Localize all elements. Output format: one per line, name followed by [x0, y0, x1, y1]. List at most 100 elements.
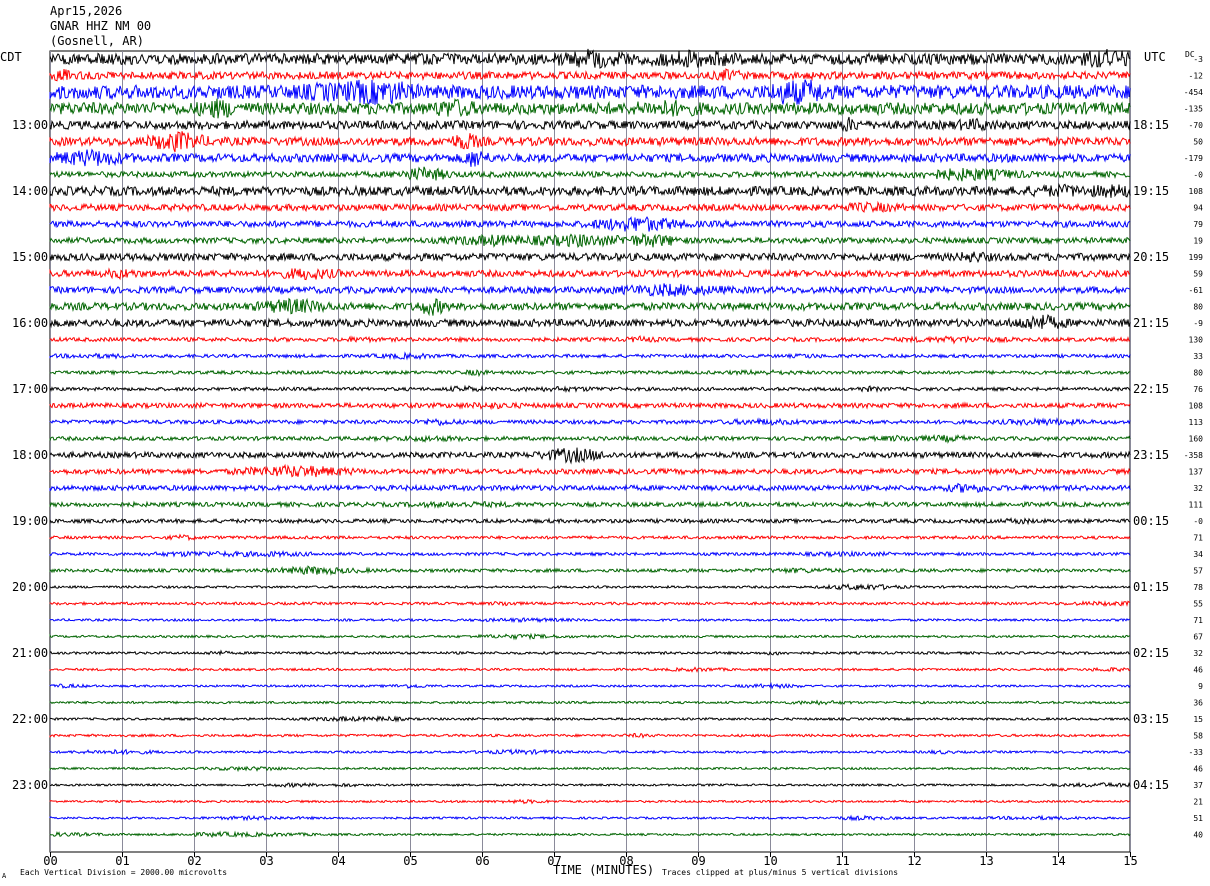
- trace-row: [49, 447, 1131, 465]
- dc-offset-label: 94: [1193, 204, 1203, 213]
- dc-offset-label: 46: [1193, 666, 1203, 675]
- trace-row: [49, 384, 1131, 394]
- dc-offset-label: 71: [1193, 534, 1203, 543]
- dc-offset-label: 130: [1189, 336, 1204, 345]
- trace-row: [49, 632, 1131, 641]
- dc-offset-label: 79: [1193, 220, 1203, 229]
- trace-row: [49, 351, 1131, 361]
- trace-row: [49, 368, 1131, 378]
- trace-row: [49, 79, 1131, 105]
- utc-hour-label: 20:15: [1133, 250, 1169, 264]
- dc-offset-label: 67: [1193, 633, 1203, 642]
- trace-row: [49, 533, 1131, 542]
- x-tick-label: 11: [835, 854, 849, 868]
- trace-row: [49, 283, 1131, 297]
- trace-row: [49, 715, 1131, 723]
- dc-offset-label: 9: [1198, 682, 1203, 691]
- dc-offset-label: 32: [1193, 649, 1203, 658]
- trace-row: [49, 433, 1131, 444]
- dc-offset-label: 108: [1189, 402, 1204, 411]
- x-tick-label: 03: [259, 854, 273, 868]
- x-tick-label: 02: [187, 854, 201, 868]
- dc-offset-label: 199: [1189, 253, 1204, 262]
- dc-offset-label: 58: [1193, 732, 1203, 741]
- cdt-hour-label: 23:00: [12, 778, 48, 792]
- trace-row: [49, 335, 1131, 345]
- x-tick-label: 00: [43, 854, 57, 868]
- dc-offset-label: 32: [1193, 484, 1203, 493]
- trace-row: [49, 116, 1131, 132]
- trace-row: [49, 649, 1131, 657]
- dc-offset-label: -358: [1184, 451, 1203, 460]
- dc-offset-label: 111: [1189, 501, 1204, 510]
- trace-row: [49, 830, 1131, 839]
- dc-offset-label: 137: [1189, 468, 1204, 477]
- trace-row: [49, 732, 1131, 739]
- cdt-hour-label: 18:00: [12, 448, 48, 462]
- x-tick-label: 13: [979, 854, 993, 868]
- x-axis-title: TIME (MINUTES): [553, 863, 654, 877]
- dc-offset-label: -9: [1193, 319, 1203, 328]
- utc-hour-label: 00:15: [1133, 514, 1169, 528]
- cdt-hour-label: 14:00: [12, 184, 48, 198]
- trace-row: [49, 200, 1131, 214]
- trace-row: [49, 166, 1131, 182]
- trace-row: [49, 666, 1131, 673]
- dc-offset-label: 34: [1193, 550, 1203, 559]
- trace-row: [49, 583, 1131, 591]
- x-tick-label: 08: [619, 854, 633, 868]
- trace-row: [49, 600, 1131, 607]
- trace-row: [49, 297, 1131, 317]
- trace-row: [49, 216, 1131, 232]
- trace-row: [49, 314, 1131, 329]
- cdt-hour-label: 15:00: [12, 250, 48, 264]
- utc-hour-label: 21:15: [1133, 316, 1169, 330]
- corner-mark: A: [2, 872, 7, 880]
- dc-offset-label: -70: [1189, 121, 1204, 130]
- trace-row: [49, 516, 1131, 526]
- trace-row: [49, 482, 1131, 493]
- dc-offset-label: -12: [1189, 72, 1204, 81]
- x-tick-label: 10: [763, 854, 777, 868]
- x-tick-label: 14: [1051, 854, 1065, 868]
- dc-offset-label: 76: [1193, 385, 1203, 394]
- helicorder-plot: CDT UTC DC TIME (MINUTES) Each Vertical …: [0, 48, 1204, 880]
- dc-offset-label: 40: [1193, 831, 1203, 840]
- dc-offset-label: 46: [1193, 765, 1203, 774]
- dc-offset-label: 80: [1193, 303, 1203, 312]
- cdt-hour-label: 16:00: [12, 316, 48, 330]
- dc-offset-label: -454: [1184, 88, 1203, 97]
- right-timezone-label: UTC: [1144, 50, 1166, 64]
- dc-offset-label: 78: [1193, 583, 1203, 592]
- trace-row: [49, 48, 1131, 69]
- cdt-hour-label: 20:00: [12, 580, 48, 594]
- dc-offset-label: 80: [1193, 369, 1203, 378]
- trace-row: [49, 798, 1131, 805]
- x-tick-label: 01: [115, 854, 129, 868]
- dc-offset-label: 51: [1193, 814, 1203, 823]
- dc-offset-label: 36: [1193, 699, 1203, 708]
- cdt-hour-label: 17:00: [12, 382, 48, 396]
- x-tick-label: 04: [331, 854, 345, 868]
- cdt-hour-label: 22:00: [12, 712, 48, 726]
- trace-row: [49, 131, 1131, 153]
- dc-offset-label: 59: [1193, 270, 1203, 279]
- x-tick-label: 12: [907, 854, 921, 868]
- utc-hour-label: 23:15: [1133, 448, 1169, 462]
- seismic-traces: [49, 48, 1131, 839]
- dc-offset-label: 19: [1193, 237, 1203, 246]
- dc-offset-label: 15: [1193, 715, 1203, 724]
- utc-hour-label: 18:15: [1133, 118, 1169, 132]
- trace-row: [49, 232, 1131, 248]
- utc-hour-label: 03:15: [1133, 712, 1169, 726]
- cdt-hour-label: 13:00: [12, 118, 48, 132]
- dc-offset-label: 108: [1189, 187, 1204, 196]
- trace-row: [49, 416, 1131, 427]
- trace-row: [49, 98, 1131, 119]
- dc-offset-label: -179: [1184, 154, 1203, 163]
- dc-offset-label: -135: [1184, 105, 1203, 114]
- dc-offset-label: -3: [1193, 55, 1203, 64]
- trace-row: [49, 549, 1131, 559]
- trace-row: [49, 463, 1131, 478]
- trace-row: [49, 781, 1131, 788]
